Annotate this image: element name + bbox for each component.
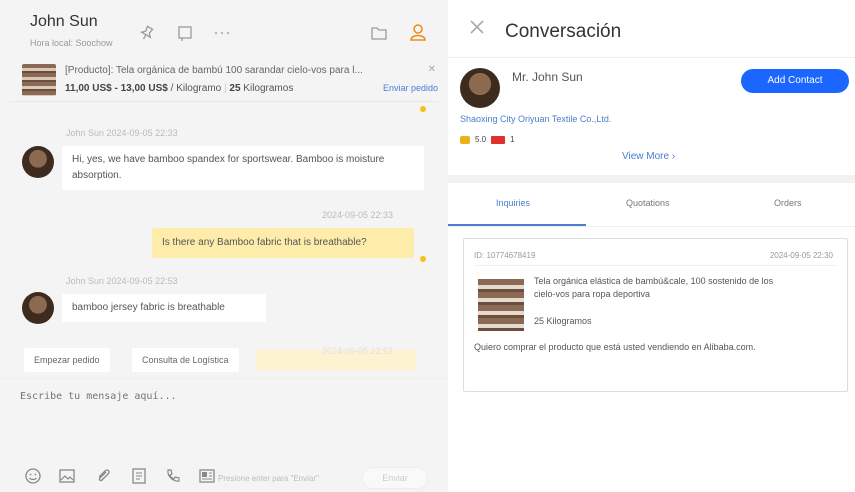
chat-contact-local-time: Hora local: Soochow (30, 38, 113, 48)
product-card[interactable]: [Producto]: Tela orgánica de bambú 100 s… (10, 58, 438, 102)
product-thumbnail (22, 64, 56, 96)
view-more-label: View More (622, 151, 670, 162)
contact-profile-icon[interactable] (408, 22, 428, 42)
send-order-link[interactable]: Enviar pedido (383, 83, 438, 93)
close-icon[interactable]: ✕ (428, 64, 436, 75)
divider (448, 57, 855, 58)
inquiry-id: ID: 10774678419 (474, 251, 536, 260)
message-input[interactable] (20, 391, 420, 402)
inquiry-quantity: 25 Kilogramos (534, 316, 592, 326)
chevron-right-icon: › (671, 151, 676, 162)
send-hint: Presione enter para "Enviar" (218, 474, 319, 483)
product-card-icon[interactable] (198, 467, 216, 485)
message-bubble-own: Is there any Bamboo fabric that is breat… (152, 228, 414, 258)
emoji-icon[interactable] (24, 467, 42, 485)
chat-header: John Sun Hora local: Soochow (0, 0, 448, 58)
product-price-range: 11,00 US$ - 13,00 US$ (65, 83, 168, 94)
document-icon[interactable] (130, 467, 148, 485)
inquiry-card[interactable]: ID: 10774678419 2024-09-05 22:30 Tela or… (463, 238, 848, 392)
add-contact-button[interactable]: Add Contact (741, 69, 849, 93)
message-bubble: Hi, yes, we have bamboo spandex for spor… (62, 146, 424, 190)
inquiry-message: Quiero comprar el producto que está uste… (474, 342, 756, 352)
close-icon[interactable] (468, 18, 486, 36)
read-dot (420, 256, 426, 262)
message-meta: John Sun 2024-09-05 22:53 (66, 276, 178, 286)
contact-name: Mr. John Sun (512, 70, 583, 84)
image-icon[interactable] (58, 467, 76, 485)
tab-divider (448, 226, 855, 227)
phone-icon[interactable] (164, 467, 182, 485)
folder-icon[interactable] (370, 24, 388, 42)
product-moq: 25 (229, 83, 241, 94)
section-separator (448, 175, 855, 183)
avatar (460, 68, 500, 108)
compose-area: Presione enter para "Enviar" Enviar (0, 378, 448, 492)
years-value: 1 (510, 135, 515, 144)
inquiry-product-title: Tela orgánica elástica de bambú&cale, 10… (534, 276, 774, 299)
company-link[interactable]: Shaoxing City Oriyuan Textile Co.,Ltd. (460, 114, 611, 124)
chat-contact-name: John Sun (30, 13, 98, 30)
quick-reply-logistics[interactable]: Consulta de Logística (132, 348, 239, 372)
tab-quotations[interactable]: Quotations (626, 198, 670, 208)
product-price: 11,00 US$ - 13,00 US$ / Kilogramo | 25 K… (65, 83, 294, 94)
send-button[interactable]: Enviar (362, 467, 428, 489)
view-more-link[interactable]: View More › (622, 151, 675, 162)
message-meta: 2024-09-05 22:33 (322, 210, 394, 220)
inquiry-date: 2024-09-05 22:30 (769, 251, 833, 260)
attachment-icon[interactable] (94, 467, 112, 485)
faded-timestamp: 2024-09-05 22:53 (322, 346, 394, 356)
verified-icon (491, 135, 506, 144)
message-bubble: bamboo jersey fabric is breathable (62, 294, 266, 322)
supplier-badges: 5.0 1 (460, 135, 515, 144)
gold-supplier-icon (460, 135, 470, 144)
message-meta: John Sun 2024-09-05 22:33 (66, 128, 178, 138)
product-moq-unit: Kilogramos (243, 83, 294, 94)
pin-icon[interactable] (138, 24, 156, 42)
tab-inquiries[interactable]: Inquiries (496, 198, 530, 208)
unread-dot (420, 106, 426, 112)
conversation-panel: Conversación Mr. John Sun Add Contact Sh… (448, 0, 855, 492)
more-icon[interactable] (212, 24, 232, 42)
product-price-unit: / Kilogramo (170, 83, 222, 94)
product-title[interactable]: [Producto]: Tela orgánica de bambú 100 s… (65, 65, 420, 76)
tab-orders[interactable]: Orders (774, 198, 802, 208)
divider (474, 265, 837, 266)
inquiry-product-thumbnail (478, 279, 524, 331)
note-icon[interactable] (176, 24, 194, 42)
avatar (22, 292, 54, 324)
quick-reply-start-order[interactable]: Empezar pedido (24, 348, 110, 372)
rating-value: 5.0 (475, 135, 487, 144)
avatar (22, 146, 54, 178)
chat-pane: John Sun Hora local: Soochow [Producto]:… (0, 0, 448, 492)
panel-title: Conversación (505, 21, 622, 42)
